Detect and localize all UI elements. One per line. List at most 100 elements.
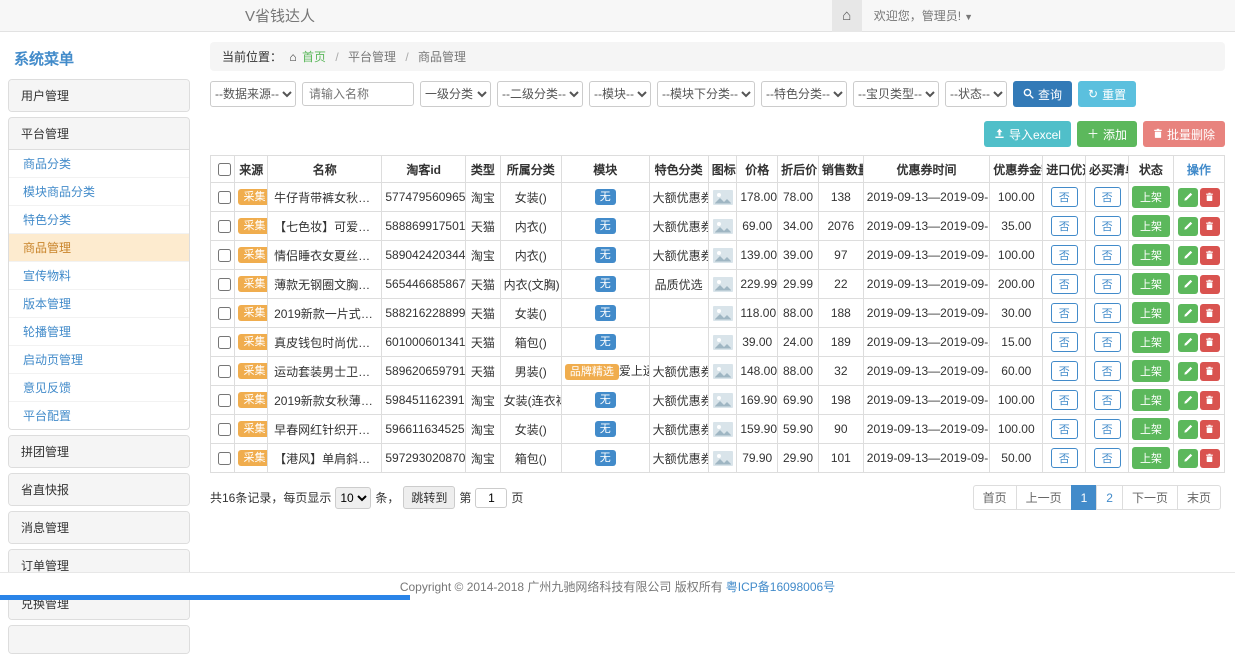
reset-button[interactable]: ↻ 重置 (1078, 81, 1136, 107)
status-button[interactable]: 上架 (1132, 418, 1170, 440)
import-select-toggle[interactable]: 否 (1051, 274, 1078, 294)
module-subcategory-select[interactable]: --模块下分类-- (657, 81, 755, 107)
item-type-select[interactable]: --宝贝类型-- (853, 81, 939, 107)
sidebar-section-header[interactable]: 省直快报 (9, 474, 189, 505)
data-source-select[interactable]: --数据来源-- (210, 81, 296, 107)
edit-button[interactable] (1178, 333, 1198, 352)
sidebar-item[interactable]: 启动页管理 (9, 346, 189, 374)
page-button[interactable]: 下一页 (1122, 485, 1178, 510)
status-button[interactable]: 上架 (1132, 186, 1170, 208)
status-button[interactable]: 上架 (1132, 302, 1170, 324)
import-select-toggle[interactable]: 否 (1051, 216, 1078, 236)
featured-category-select[interactable]: --特色分类-- (761, 81, 847, 107)
status-button[interactable]: 上架 (1132, 331, 1170, 353)
row-checkbox[interactable] (218, 191, 231, 204)
delete-button[interactable] (1200, 420, 1220, 439)
edit-button[interactable] (1178, 304, 1198, 323)
user-menu[interactable]: 欢迎您，管理员!▼ (862, 7, 985, 24)
delete-button[interactable] (1200, 449, 1220, 468)
page-number-input[interactable] (475, 488, 507, 508)
level2-category-select[interactable]: --二级分类-- (497, 81, 583, 107)
sidebar-item[interactable]: 模块商品分类 (9, 178, 189, 206)
must-buy-toggle[interactable]: 否 (1094, 361, 1121, 381)
edit-button[interactable] (1178, 420, 1198, 439)
sidebar-section-header[interactable]: 平台管理 (9, 118, 189, 149)
sidebar-item[interactable]: 商品分类 (9, 150, 189, 178)
sidebar-item[interactable]: 版本管理 (9, 290, 189, 318)
add-button[interactable]: ＋ 添加 (1077, 121, 1137, 147)
must-buy-toggle[interactable]: 否 (1094, 390, 1121, 410)
status-button[interactable]: 上架 (1132, 447, 1170, 469)
status-button[interactable]: 上架 (1132, 360, 1170, 382)
import-select-toggle[interactable]: 否 (1051, 419, 1078, 439)
name-search-input[interactable] (302, 82, 414, 106)
sidebar-section-header[interactable]: 用户管理 (9, 80, 189, 111)
row-checkbox[interactable] (218, 365, 231, 378)
status-button[interactable]: 上架 (1132, 389, 1170, 411)
page-button[interactable]: 上一页 (1016, 485, 1072, 510)
delete-button[interactable] (1200, 304, 1220, 323)
import-select-toggle[interactable]: 否 (1051, 187, 1078, 207)
import-select-toggle[interactable]: 否 (1051, 332, 1078, 352)
row-checkbox[interactable] (218, 336, 231, 349)
delete-button[interactable] (1200, 217, 1220, 236)
import-select-toggle[interactable]: 否 (1051, 448, 1078, 468)
row-checkbox[interactable] (218, 452, 231, 465)
query-button[interactable]: 查询 (1013, 81, 1072, 107)
import-select-toggle[interactable]: 否 (1051, 361, 1078, 381)
row-checkbox[interactable] (218, 423, 231, 436)
row-checkbox[interactable] (218, 249, 231, 262)
level1-category-select[interactable]: 一级分类 (420, 81, 491, 107)
must-buy-toggle[interactable]: 否 (1094, 216, 1121, 236)
import-select-toggle[interactable]: 否 (1051, 303, 1078, 323)
jump-button[interactable]: 跳转到 (403, 486, 455, 509)
sidebar-section-header[interactable] (9, 626, 189, 653)
must-buy-toggle[interactable]: 否 (1094, 419, 1121, 439)
edit-button[interactable] (1178, 246, 1198, 265)
import-select-toggle[interactable]: 否 (1051, 245, 1078, 265)
delete-button[interactable] (1200, 362, 1220, 381)
delete-button[interactable] (1200, 275, 1220, 294)
page-button[interactable]: 2 (1096, 485, 1123, 510)
edit-button[interactable] (1178, 391, 1198, 410)
per-page-select[interactable]: 10 (335, 487, 371, 509)
sidebar-item[interactable]: 商品管理 (9, 234, 189, 262)
status-button[interactable]: 上架 (1132, 244, 1170, 266)
status-select[interactable]: --状态-- (945, 81, 1007, 107)
edit-button[interactable] (1178, 362, 1198, 381)
module-select[interactable]: --模块-- (589, 81, 651, 107)
edit-button[interactable] (1178, 217, 1198, 236)
edit-button[interactable] (1178, 275, 1198, 294)
sidebar-item[interactable]: 平台配置 (9, 402, 189, 429)
breadcrumb-home-link[interactable]: 首页 (302, 50, 326, 64)
page-button[interactable]: 末页 (1177, 485, 1221, 510)
sidebar-item[interactable]: 意见反馈 (9, 374, 189, 402)
delete-button[interactable] (1200, 333, 1220, 352)
must-buy-toggle[interactable]: 否 (1094, 245, 1121, 265)
must-buy-toggle[interactable]: 否 (1094, 274, 1121, 294)
delete-button[interactable] (1200, 391, 1220, 410)
edit-button[interactable] (1178, 449, 1198, 468)
sidebar-item[interactable]: 特色分类 (9, 206, 189, 234)
select-all-checkbox[interactable] (218, 163, 231, 176)
import-select-toggle[interactable]: 否 (1051, 390, 1078, 410)
must-buy-toggle[interactable]: 否 (1094, 187, 1121, 207)
status-button[interactable]: 上架 (1132, 215, 1170, 237)
page-button[interactable]: 1 (1071, 485, 1098, 510)
import-excel-button[interactable]: 导入excel (984, 121, 1071, 147)
must-buy-toggle[interactable]: 否 (1094, 303, 1121, 323)
must-buy-toggle[interactable]: 否 (1094, 332, 1121, 352)
delete-button[interactable] (1200, 188, 1220, 207)
row-checkbox[interactable] (218, 278, 231, 291)
sidebar-section-header[interactable]: 消息管理 (9, 512, 189, 543)
page-button[interactable]: 首页 (973, 485, 1017, 510)
sidebar-section-header[interactable]: 拼团管理 (9, 436, 189, 467)
must-buy-toggle[interactable]: 否 (1094, 448, 1121, 468)
icp-link[interactable]: 粤ICP备16098006号 (726, 578, 835, 595)
edit-button[interactable] (1178, 188, 1198, 207)
row-checkbox[interactable] (218, 307, 231, 320)
row-checkbox[interactable] (218, 394, 231, 407)
status-button[interactable]: 上架 (1132, 273, 1170, 295)
batch-delete-button[interactable]: 批量删除 (1143, 121, 1225, 147)
home-button[interactable]: ⌂ (832, 0, 862, 32)
